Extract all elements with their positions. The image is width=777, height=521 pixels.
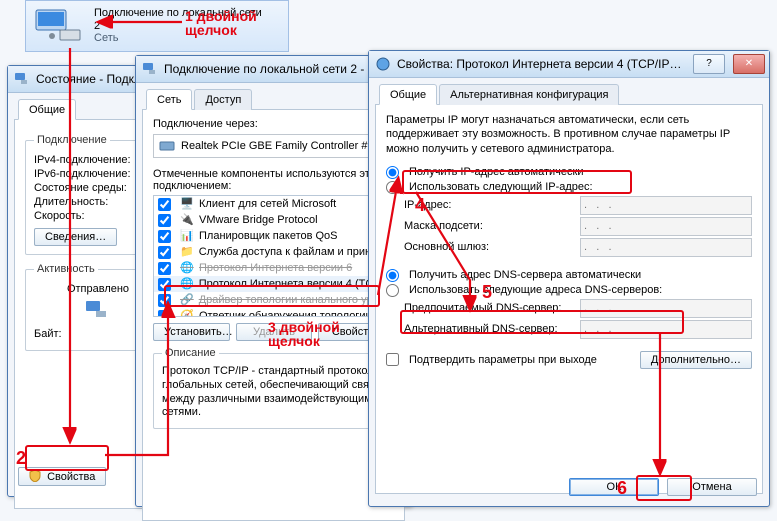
network-icon <box>32 8 86 44</box>
advanced-button[interactable]: Дополнительно… <box>640 351 752 369</box>
label-speed: Скорость: <box>34 210 85 222</box>
tabstrip-tcpip: Общие Альтернативная конфигурация <box>375 83 763 105</box>
label-mask: Маска подсети: <box>404 220 574 232</box>
label-connect-via: Подключение через: <box>153 118 394 130</box>
titlebar-tcpip[interactable]: Свойства: Протокол Интернета версии 4 (T… <box>369 51 769 78</box>
radio-ip-manual[interactable] <box>386 181 399 194</box>
window-icon <box>375 56 391 72</box>
window-icon <box>142 61 158 77</box>
input-dns1[interactable] <box>580 299 752 318</box>
label-duration: Длительность: <box>34 196 108 208</box>
nic-field[interactable]: Realtek PCIe GBE Family Controller #2 <box>153 134 394 158</box>
tab-alt-config[interactable]: Альтернативная конфигурация <box>439 84 619 105</box>
components-list[interactable]: 🖥️Клиент для сетей Microsoft 🔌VMware Bri… <box>153 195 394 317</box>
list-item: 📊Планировщик пакетов QoS <box>154 228 393 244</box>
intro-text: Параметры IP могут назначаться автоматич… <box>386 113 752 156</box>
shield-icon <box>29 470 41 482</box>
tab-access[interactable]: Доступ <box>194 89 252 110</box>
list-item: 🧭Ответчик обнаружения топологии <box>154 308 393 317</box>
input-ip[interactable] <box>580 196 752 215</box>
window-tcpip-properties: Свойства: Протокол Интернета версии 4 (T… <box>368 50 770 507</box>
legend-connection: Подключение <box>34 134 110 146</box>
radio-ip-auto-row[interactable]: Получить IP-адрес автоматически <box>386 166 752 179</box>
tab-network[interactable]: Сеть <box>146 89 192 110</box>
label-gateway: Основной шлюз: <box>404 241 574 253</box>
group-description: Описание Протокол TCP/IP - стандартный п… <box>153 347 394 429</box>
label-dns2: Альтернативный DNS-сервер: <box>404 323 574 335</box>
checkbox-validate-on-exit[interactable] <box>386 353 399 366</box>
tabstrip-lanprops: Сеть Доступ <box>142 88 405 110</box>
lan-connection-label: Подключение по локальной сети 2 Сеть <box>94 7 262 45</box>
input-dns2[interactable] <box>580 320 752 339</box>
label-sent: Отправлено <box>67 283 129 295</box>
input-gateway[interactable] <box>580 238 752 257</box>
tab-general[interactable]: Общие <box>18 99 76 120</box>
radio-dns-auto[interactable] <box>386 269 399 282</box>
help-button[interactable]: ? <box>693 54 725 74</box>
tab-general[interactable]: Общие <box>379 84 437 105</box>
radio-ip-auto[interactable] <box>386 166 399 179</box>
label-state: Состояние среды: <box>34 182 127 194</box>
activity-icon <box>84 299 112 321</box>
list-item: 🌐Протокол Интернета версии 6 <box>154 260 393 276</box>
label-validate: Подтвердить параметры при выходе <box>409 354 597 366</box>
legend-activity: Активность <box>34 263 98 275</box>
radio-dns-auto-row[interactable]: Получить адрес DNS-сервера автоматически <box>386 269 752 282</box>
lan-connection-shortcut[interactable]: Подключение по локальной сети 2 Сеть <box>25 0 289 52</box>
label-dns1: Предпочитаемый DNS-сервер: <box>404 302 574 314</box>
radio-ip-manual-row[interactable]: Использовать следующий IP-адрес: <box>386 181 752 194</box>
details-button[interactable]: Сведения… <box>34 228 117 246</box>
cancel-button[interactable]: Отмена <box>667 478 757 496</box>
list-item: 📁Служба доступа к файлам и принтерам <box>154 244 393 260</box>
radio-dns-manual-row[interactable]: Использовать следующие адреса DNS-сервер… <box>386 284 752 297</box>
label-components: Отмеченные компоненты используются этим … <box>153 168 394 192</box>
nic-icon <box>159 138 175 154</box>
list-item: 🖥️Клиент для сетей Microsoft <box>154 196 393 212</box>
label-ipv6: IPv6-подключение: <box>34 168 131 180</box>
description-text: Протокол TCP/IP - стандартный протокол г… <box>162 365 385 420</box>
radio-dns-manual[interactable] <box>386 284 399 297</box>
list-item-tcpip4: 🌐Протокол Интернета версии 4 (TCP/IPv4) <box>154 276 393 292</box>
list-item: 🔗Драйвер топологии канального уровня <box>154 292 393 308</box>
window-icon <box>14 71 30 87</box>
legend-description: Описание <box>162 347 219 359</box>
ok-button[interactable]: ОК <box>569 478 659 496</box>
label-bytes: Байт: <box>34 328 62 340</box>
list-item: 🔌VMware Bridge Protocol <box>154 212 393 228</box>
input-mask[interactable] <box>580 217 752 236</box>
title-text: Свойства: Протокол Интернета версии 4 (T… <box>397 57 685 71</box>
install-button[interactable]: Установить… <box>153 323 230 341</box>
label-ipv4: IPv4-подключение: <box>34 154 131 166</box>
properties-button[interactable]: Свойства <box>18 467 106 486</box>
label-ip: IP-адрес: <box>404 199 574 211</box>
uninstall-button[interactable]: Удалить <box>236 323 312 341</box>
close-button[interactable]: ✕ <box>733 54 765 74</box>
